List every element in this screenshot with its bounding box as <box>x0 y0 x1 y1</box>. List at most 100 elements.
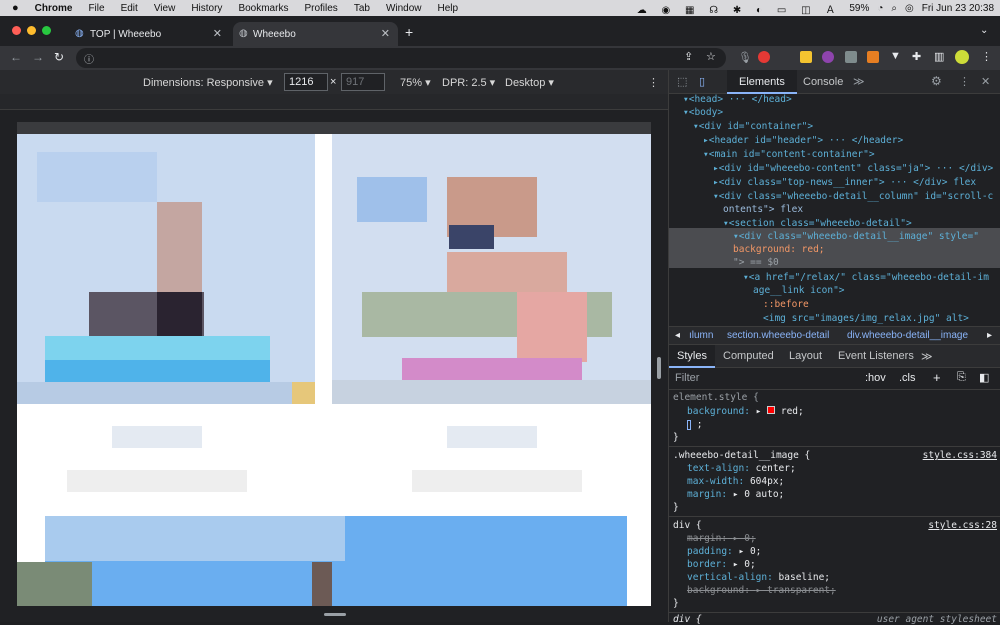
back-icon[interactable]: ← <box>10 50 22 64</box>
menu-help[interactable]: Help <box>438 3 459 14</box>
status-icons[interactable]: ☁ ◉ ▦ ☊ ✱ ◐ ▭ ◫ Ａ <box>637 1 842 16</box>
tab-console[interactable]: Console <box>803 76 843 88</box>
search-icon[interactable]: ⌕ <box>891 3 897 14</box>
dom-node[interactable]: ▾<div class="wheeebo-detail__column" id=… <box>713 191 993 202</box>
dom-node[interactable]: ▸<header id="header"> ··· </header> <box>703 135 903 146</box>
dom-node[interactable]: ▸<div class="top-news__inner"> ··· </div… <box>713 177 976 188</box>
settings-gear-icon[interactable]: ⚙ <box>931 74 942 88</box>
dom-node-selected[interactable]: ▾<div class="wheeebo-detail__image" styl… <box>733 231 979 242</box>
tab-elements[interactable]: Elements <box>727 70 797 94</box>
filter-input[interactable]: Filter <box>675 372 699 384</box>
source-link[interactable]: style.css:384 <box>923 450 997 461</box>
battery-percent[interactable]: 59% <box>849 3 869 14</box>
extension-icon[interactable] <box>867 51 879 63</box>
forward-icon[interactable]: → <box>32 50 44 64</box>
viewport-width-input[interactable]: 1216 <box>284 73 328 91</box>
apple-icon[interactable]: ● <box>12 2 19 14</box>
close-tab-icon[interactable]: ✕ <box>213 27 222 40</box>
tab-wheeebo[interactable]: ◍ Wheeebo ✕ <box>233 22 398 46</box>
dpr-dropdown[interactable]: DPR: 2.5 ▾ <box>442 76 495 89</box>
rule-selector[interactable]: .wheeebo-detail__image { <box>673 450 810 461</box>
dom-node[interactable]: ontents"> flex <box>723 204 803 215</box>
rule-line-overridden[interactable]: margin: ▸ 0; <box>687 533 756 544</box>
inspect-element-icon[interactable]: ⬚ <box>677 75 687 88</box>
wifi-icon[interactable]: ◔ <box>877 3 883 14</box>
dom-node[interactable]: ▾<main id="content-container"> <box>703 149 875 160</box>
crumb-section[interactable]: section.wheeebo-detail <box>727 330 829 341</box>
crumb-div[interactable]: div.wheeebo-detail__image <box>847 330 968 341</box>
extensions-puzzle-icon[interactable]: ✚ <box>912 50 921 63</box>
dom-node[interactable]: age__link icon"> <box>753 285 845 296</box>
menu-profiles[interactable]: Profiles <box>304 3 337 14</box>
extension-icon[interactable] <box>822 51 834 63</box>
share-icon[interactable]: ⇪ <box>684 50 693 63</box>
more-style-tabs-icon[interactable]: ≫ <box>921 350 933 363</box>
dom-node-end[interactable]: "> == $0 <box>733 257 779 268</box>
avatar[interactable] <box>955 50 969 64</box>
rule-selector[interactable]: div { <box>673 520 702 531</box>
microphone-icon[interactable]: 🎙 <box>738 51 752 64</box>
close-window-button[interactable] <box>12 26 21 35</box>
menu-tab[interactable]: Tab <box>354 3 370 14</box>
computed-styles-icon[interactable]: ⎘ <box>957 371 966 384</box>
source-link[interactable]: style.css:28 <box>928 520 997 531</box>
address-bar[interactable]: ⓘ ⇪ ☆ <box>76 48 726 68</box>
rule-line[interactable]: max-width: 604px; <box>687 476 784 487</box>
extension-icon[interactable]: ▼ <box>890 50 901 62</box>
dom-node-style[interactable]: background: red; <box>733 244 825 255</box>
site-info-icon[interactable]: ⓘ <box>84 51 94 66</box>
viewport-height-input[interactable]: 917 <box>341 73 385 91</box>
tab-event-listeners[interactable]: Event Listeners <box>838 350 914 362</box>
rule-line[interactable]: border: ▸ 0; <box>687 559 756 570</box>
menu-history[interactable]: History <box>191 3 222 14</box>
tab-computed[interactable]: Computed <box>723 350 774 362</box>
crumb-right-icon[interactable]: ▸ <box>987 330 992 341</box>
rule-selector[interactable]: div { <box>673 614 702 625</box>
tab-styles[interactable]: Styles <box>677 350 707 362</box>
zoom-window-button[interactable] <box>42 26 51 35</box>
more-tabs-icon[interactable]: ≫ <box>853 75 865 88</box>
dom-node[interactable]: ▸<div id="wheeebo-content" class="ja"> ·… <box>713 163 993 174</box>
crumb-left-icon[interactable]: ◂ <box>675 330 680 341</box>
rule-line[interactable]: background: ▸ red; <box>687 406 804 417</box>
device-type-dropdown[interactable]: Desktop ▾ <box>505 76 554 89</box>
menu-view[interactable]: View <box>154 3 176 14</box>
more-menu-icon[interactable]: ⋮ <box>981 50 992 63</box>
clock[interactable]: Fri Jun 23 20:38 <box>922 3 994 14</box>
minimize-window-button[interactable] <box>27 26 36 35</box>
media-query-ruler[interactable] <box>0 94 668 110</box>
rule-new-line[interactable]: ; <box>687 419 702 430</box>
bookmark-star-icon[interactable]: ☆ <box>706 50 716 63</box>
dom-node[interactable]: ▾<body> <box>683 107 723 118</box>
menu-window[interactable]: Window <box>386 3 422 14</box>
dimensions-dropdown[interactable]: Dimensions: Responsive ▾ <box>143 76 273 89</box>
menu-edit[interactable]: Edit <box>121 3 138 14</box>
color-swatch-icon[interactable] <box>767 406 776 414</box>
adblock-icon[interactable] <box>758 51 770 63</box>
device-toggle-icon[interactable]: ▯ <box>699 75 705 88</box>
control-center-icon[interactable]: ◎ <box>905 3 914 14</box>
tab-layout[interactable]: Layout <box>789 350 822 362</box>
menu-app-name[interactable]: Chrome <box>35 3 73 14</box>
crumb-column[interactable]: ılumn <box>689 330 713 341</box>
dom-node[interactable]: ▾<a href="/relax/" class="wheeebo-detail… <box>743 272 989 283</box>
dom-node[interactable]: ▾<div id="container"> <box>693 121 813 132</box>
dom-pseudo[interactable]: ::before <box>763 299 809 310</box>
reload-icon[interactable]: ↻ <box>54 50 64 64</box>
new-tab-button[interactable]: + <box>405 24 413 40</box>
rule-line[interactable]: text-align: center; <box>687 463 796 474</box>
side-panel-icon[interactable]: ▥ <box>934 50 944 63</box>
dom-node[interactable]: <img src="images/img_relax.jpg" alt> <box>763 313 969 324</box>
cls-toggle[interactable]: .cls <box>899 372 916 384</box>
tab-search-chevron-icon[interactable]: ⌄ <box>980 25 988 36</box>
menu-file[interactable]: File <box>88 3 104 14</box>
rule-selector[interactable]: element.style { <box>673 392 759 403</box>
zoom-dropdown[interactable]: 75% ▾ <box>400 76 431 89</box>
devtools-more-icon[interactable]: ⋮ <box>959 75 970 88</box>
rule-line-overridden[interactable]: background: ▸ transparent; <box>687 585 836 596</box>
close-tab-icon[interactable]: ✕ <box>381 27 390 40</box>
extension-icon[interactable] <box>800 51 812 63</box>
menu-bookmarks[interactable]: Bookmarks <box>238 3 288 14</box>
close-devtools-icon[interactable]: ✕ <box>981 75 990 88</box>
new-rule-icon[interactable]: + <box>933 370 941 385</box>
